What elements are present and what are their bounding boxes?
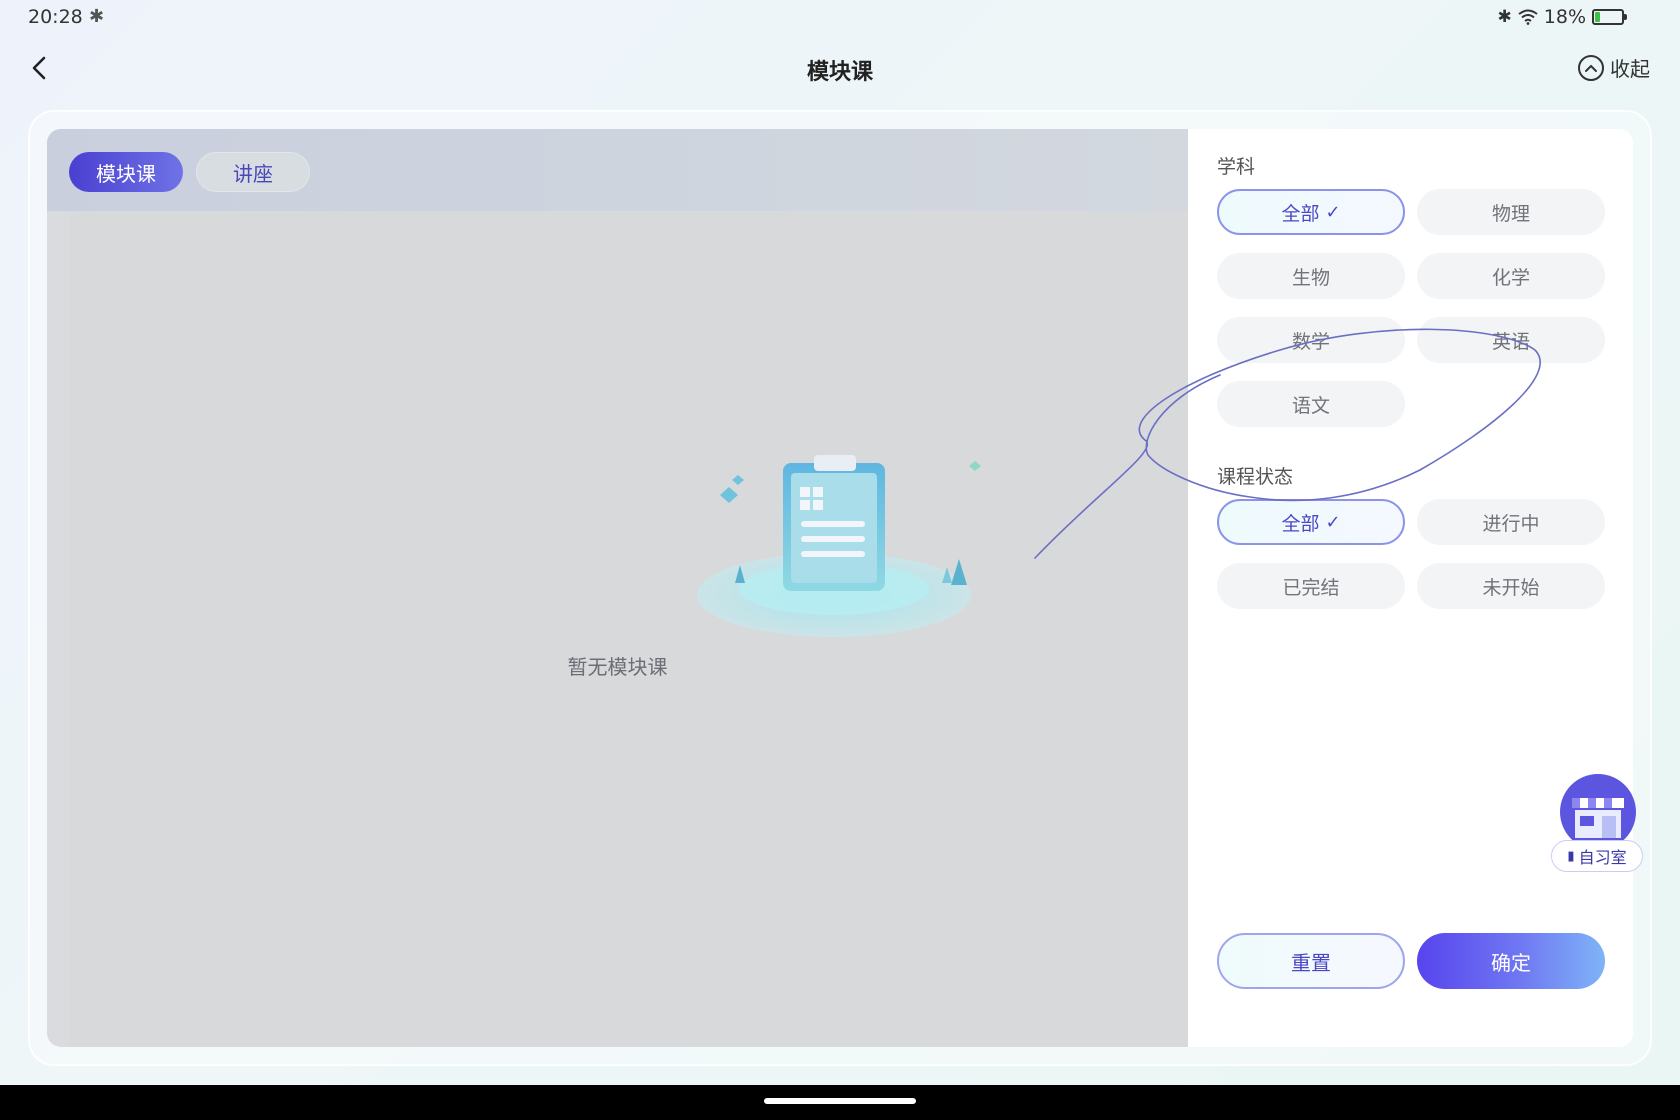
chip-label: 全部 [1281, 512, 1320, 535]
chip-label: 语文 [1291, 394, 1330, 417]
bluetooth-icon: ✱ [89, 6, 105, 27]
wifi-icon [1518, 9, 1538, 25]
status-chip-ongoing[interactable]: 进行中 [1417, 499, 1605, 545]
collapse-label: 收起 [1610, 57, 1650, 81]
back-button[interactable] [24, 52, 56, 84]
battery-fill [1595, 12, 1601, 22]
subject-chip-chemistry[interactable]: 化学 [1417, 253, 1605, 299]
empty-clipboard-illustration [697, 455, 981, 637]
chevron-up-icon [1578, 54, 1604, 81]
status-bar: 20:28 ✱ ✱ 18% [0, 0, 1680, 36]
home-indicator[interactable] [764, 1098, 916, 1104]
subject-chip-math[interactable]: 数学 [1217, 317, 1405, 363]
status-chip-not-started[interactable]: 未开始 [1417, 563, 1605, 609]
tab-lecture[interactable]: 讲座 [196, 152, 310, 192]
status-section-label: 课程状态 [1217, 466, 1294, 488]
chevron-left-icon [32, 56, 46, 80]
reset-button[interactable]: 重置 [1217, 933, 1405, 989]
chip-label: 化学 [1491, 266, 1530, 289]
filter-panel: 学科 全部 ✓ 物理 生物 化学 数学 英语 语文 课程状态 全部 ✓ 进行中 [1188, 129, 1633, 1047]
study-room-text: 自习室 [1578, 848, 1627, 867]
subject-section-label: 学科 [1217, 156, 1256, 178]
check-icon: ✓ [1325, 511, 1341, 533]
battery-icon [1592, 9, 1627, 25]
collapse-button[interactable]: 收起 [1578, 53, 1650, 82]
study-room-label[interactable]: ▮ 自习室 [1551, 840, 1643, 872]
chip-label: 已完结 [1282, 576, 1340, 599]
subject-chip-english[interactable]: 英语 [1417, 317, 1605, 363]
course-list-area: 模块课 讲座 暂无模块课 [47, 129, 1188, 1047]
status-chip-finished[interactable]: 已完结 [1217, 563, 1405, 609]
page-title: 模块课 [806, 60, 873, 85]
status-chip-all[interactable]: 全部 ✓ [1217, 499, 1405, 545]
chip-label: 英语 [1491, 330, 1530, 353]
bar-chart-icon: ▮ [1567, 848, 1575, 864]
empty-state-text: 暂无模块课 [567, 655, 668, 679]
subject-chip-all[interactable]: 全部 ✓ [1217, 189, 1405, 235]
battery-percent: 18% [1543, 6, 1586, 28]
check-icon: ✓ [1325, 201, 1341, 223]
chip-label: 全部 [1281, 202, 1320, 225]
subject-chip-biology[interactable]: 生物 [1217, 253, 1405, 299]
subject-chip-physics[interactable]: 物理 [1417, 189, 1605, 235]
subject-chip-chinese[interactable]: 语文 [1217, 381, 1405, 427]
store-icon [1560, 774, 1636, 850]
chip-label: 生物 [1291, 266, 1330, 289]
chip-label: 进行中 [1482, 512, 1540, 535]
confirm-button[interactable]: 确定 [1417, 933, 1605, 989]
status-indicators: ✱ 18% [1497, 6, 1627, 28]
chip-label: 未开始 [1482, 576, 1540, 599]
chip-label: 数学 [1291, 330, 1330, 353]
system-nav-bar [0, 1085, 1680, 1120]
bluetooth-icon: ✱ [1497, 7, 1512, 27]
status-time: 20:28 [28, 6, 83, 28]
chip-label: 物理 [1491, 202, 1530, 225]
content-panel: 模块课 讲座 暂无模块课 学科 全部 ✓ 物理 生物 化学 数学 英语 语文 课… [47, 129, 1633, 1047]
tab-module-course[interactable]: 模块课 [69, 152, 183, 192]
